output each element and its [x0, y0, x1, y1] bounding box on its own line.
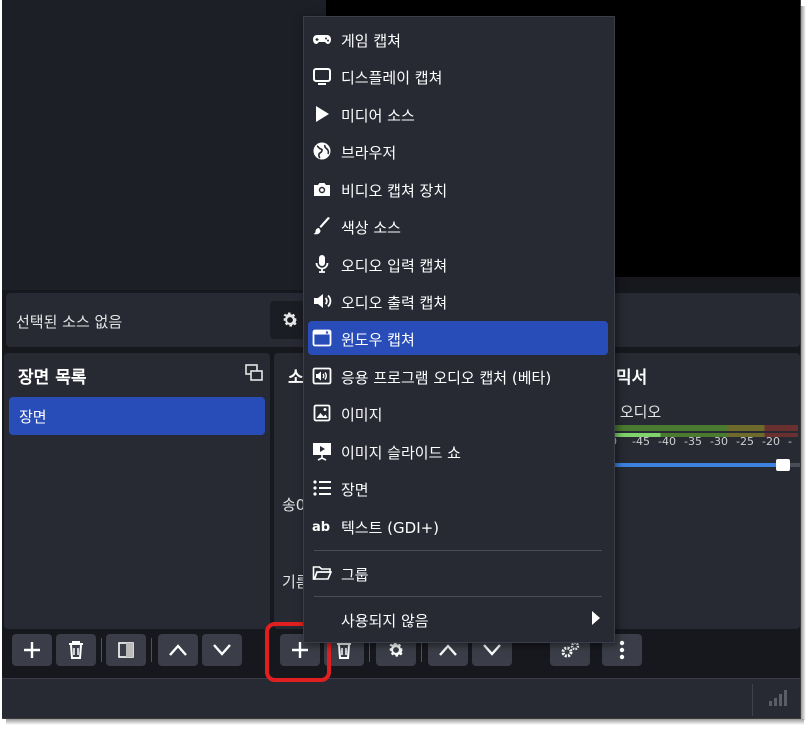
- menu-item-label: 색상 소스: [341, 219, 401, 237]
- mixer-dock-title: 믹서: [616, 368, 648, 388]
- image-icon: [313, 404, 331, 422]
- app-audio-icon: [312, 367, 332, 385]
- menu-item-label: 이미지: [341, 406, 383, 424]
- meter-tick: -20: [762, 435, 780, 448]
- chevron-down-icon: [483, 644, 501, 656]
- menu-item-color-source[interactable]: 색상 소스: [308, 209, 608, 243]
- meter-tick: -30: [710, 435, 728, 448]
- menu-item-application-audio-capture[interactable]: 응용 프로그램 오디오 캡처 (베타): [308, 359, 608, 393]
- plus-icon: [24, 642, 40, 658]
- scene-move-up-button[interactable]: [158, 634, 198, 666]
- menu-item-scene[interactable]: 장면: [308, 471, 608, 505]
- status-bar: [2, 678, 800, 718]
- gear-icon: [283, 312, 298, 327]
- meter-tick: -: [788, 435, 792, 448]
- text-ab-icon: ab: [312, 520, 330, 535]
- menu-item-label: 브라우저: [341, 144, 397, 162]
- volume-meter-top: [612, 425, 798, 431]
- meter-tick: -35: [684, 435, 702, 448]
- menu-item-video-capture-device[interactable]: 비디오 캡쳐 장치: [308, 172, 608, 206]
- menu-item-audio-input-capture[interactable]: 오디오 입력 캡쳐: [308, 247, 608, 281]
- trash-icon: [337, 641, 351, 659]
- menu-item-label: 게임 캡쳐: [341, 32, 401, 50]
- submenu-arrow-icon: [592, 611, 600, 625]
- scene-filters-button[interactable]: [106, 634, 146, 666]
- speaker-icon: [314, 294, 332, 308]
- folder-icon: [312, 566, 332, 580]
- menu-item-image-slideshow[interactable]: 이미지 슬라이드 쇼: [308, 434, 608, 468]
- paintbrush-icon: [313, 217, 330, 235]
- gear-icon: [389, 642, 404, 657]
- undock-icon[interactable]: [244, 363, 264, 383]
- scenes-dock-title: 장면 목록: [18, 368, 87, 388]
- slideshow-icon: [313, 443, 331, 461]
- menu-item-label: 응용 프로그램 오디오 캡처 (베타): [341, 369, 552, 387]
- add-source-menu: 게임 캡쳐 디스플레이 캡쳐 미디어 소스 브라우저 비디오 캡쳐 장치 색상 …: [303, 16, 615, 643]
- kebab-menu-icon: [619, 640, 625, 660]
- scene-list-item[interactable]: 장면: [9, 397, 265, 435]
- window-icon: [312, 329, 332, 347]
- meter-tick: -40: [658, 435, 676, 448]
- mixer-track-label: / 오디오: [610, 403, 662, 421]
- toolbar-separator: [151, 638, 152, 662]
- menu-item-label: 윈도우 캡쳐: [341, 331, 415, 349]
- menu-item-label: 오디오 출력 캡쳐: [341, 294, 448, 312]
- menu-item-label: 텍스트 (GDI+): [341, 519, 440, 537]
- menu-item-label: 미디어 소스: [341, 107, 415, 125]
- scene-move-down-button[interactable]: [202, 634, 242, 666]
- menu-item-label: 그룹: [341, 566, 369, 584]
- meter-scale: 0 -45 -40 -35 -30 -25 -20 -: [610, 435, 800, 451]
- add-scene-button[interactable]: [12, 634, 52, 666]
- menu-item-image[interactable]: 이미지: [308, 396, 608, 430]
- filter-icon: [118, 642, 134, 658]
- preview-side-area: [2, 0, 326, 290]
- play-icon: [316, 106, 329, 122]
- camera-icon: [314, 183, 330, 196]
- volume-slider-handle[interactable]: [776, 459, 790, 471]
- svg-text:ab: ab: [312, 520, 330, 535]
- menu-item-display-capture[interactable]: 디스플레이 캡쳐: [308, 59, 608, 93]
- menu-item-text-gdi[interactable]: ab 텍스트 (GDI+): [308, 509, 608, 543]
- microphone-icon: [315, 255, 329, 273]
- chevron-down-icon: [213, 644, 231, 656]
- window-shadow-bottom: [6, 719, 804, 725]
- menu-item-audio-output-capture[interactable]: 오디오 출력 캡쳐: [308, 284, 608, 318]
- menu-item-label: 사용되지 않음: [341, 612, 429, 630]
- monitor-icon: [313, 68, 331, 85]
- trash-icon: [69, 641, 83, 659]
- meter-tick: -25: [736, 435, 754, 448]
- scene-item-label: 장면: [19, 408, 47, 426]
- globe-icon: [313, 142, 331, 160]
- window-shadow-right: [801, 6, 806, 720]
- menu-item-browser[interactable]: 브라우저: [308, 134, 608, 168]
- menu-item-label: 오디오 입력 캡쳐: [341, 257, 448, 275]
- sources-dock-title: 소: [288, 368, 304, 388]
- toolbar-separator: [101, 638, 102, 662]
- menu-item-game-capture[interactable]: 게임 캡쳐: [308, 22, 608, 56]
- meter-tick: -45: [632, 435, 650, 448]
- list-icon: [313, 480, 331, 496]
- signal-strength-icon: [769, 690, 787, 706]
- volume-slider-track[interactable]: [612, 463, 778, 467]
- menu-item-label: 장면: [341, 481, 369, 499]
- menu-separator: [314, 596, 602, 597]
- menu-item-deprecated[interactable]: 사용되지 않음: [308, 602, 608, 636]
- sources-empty-hint-line1: 송0: [282, 496, 306, 514]
- menu-item-window-capture[interactable]: 윈도우 캡쳐: [308, 321, 608, 355]
- menu-item-group[interactable]: 그룹: [308, 556, 608, 590]
- scenes-dock: 장면 목록 장면: [4, 353, 270, 629]
- gamepad-icon: [313, 35, 331, 44]
- chevron-up-icon: [439, 644, 457, 656]
- no-source-selected-label: 선택된 소스 없음: [16, 313, 123, 331]
- gears-icon: [561, 641, 580, 658]
- menu-item-label: 비디오 캡쳐 장치: [341, 182, 448, 200]
- chevron-up-icon: [169, 644, 187, 656]
- remove-scene-button[interactable]: [56, 634, 96, 666]
- status-separator: [752, 684, 753, 716]
- volume-slider-rest: [790, 463, 800, 467]
- menu-item-label: 디스플레이 캡쳐: [341, 69, 443, 87]
- menu-separator: [314, 550, 602, 551]
- menu-item-media-source[interactable]: 미디어 소스: [308, 97, 608, 131]
- menu-item-label: 이미지 슬라이드 쇼: [341, 444, 461, 462]
